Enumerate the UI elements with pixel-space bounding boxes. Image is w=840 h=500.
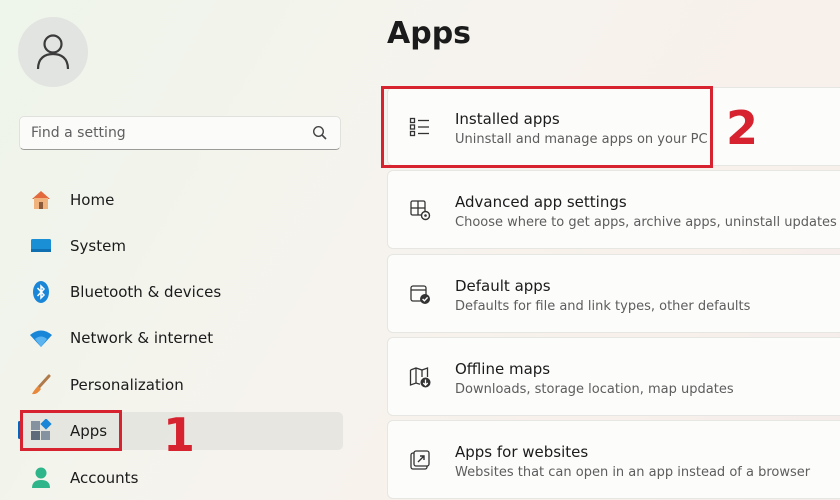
offline-maps-card[interactable]: Offline maps Downloads, storage location… — [387, 337, 840, 416]
sidebar-item-label: System — [70, 237, 126, 255]
open-link-icon — [408, 448, 432, 472]
card-title: Apps for websites — [455, 443, 589, 461]
sidebar-item-bluetooth[interactable]: Bluetooth & devices — [20, 273, 343, 311]
advanced-app-settings-card[interactable]: Advanced app settings Choose where to ge… — [387, 170, 840, 249]
search-box[interactable] — [19, 116, 341, 150]
card-title: Advanced app settings — [455, 193, 627, 211]
card-title: Default apps — [455, 277, 551, 295]
card-description: Defaults for file and link types, other … — [455, 299, 751, 314]
app-settings-icon — [408, 198, 432, 222]
sidebar-item-home[interactable]: Home — [20, 181, 343, 219]
sidebar-item-system[interactable]: System — [20, 227, 343, 265]
page-title: Apps — [387, 16, 472, 51]
brush-icon — [29, 373, 53, 397]
apps-for-websites-card[interactable]: Apps for websites Websites that can open… — [387, 420, 840, 499]
accounts-icon — [29, 466, 53, 490]
default-apps-card[interactable]: Default apps Defaults for file and link … — [387, 254, 840, 333]
card-title: Offline maps — [455, 360, 551, 378]
sidebar-item-label: Personalization — [70, 376, 184, 394]
system-icon — [29, 234, 53, 258]
step-2-label: 2 — [726, 101, 759, 155]
sidebar-item-label: Network & internet — [70, 329, 214, 347]
card-description: Downloads, storage location, map updates — [455, 382, 734, 397]
card-description: Choose where to get apps, archive apps, … — [455, 215, 837, 230]
step-1-label: 1 — [163, 408, 196, 462]
sidebar-item-network[interactable]: Network & internet — [20, 319, 343, 357]
bluetooth-icon — [29, 280, 53, 304]
offline-maps-icon — [408, 365, 432, 389]
search-icon[interactable] — [312, 125, 328, 141]
sidebar-item-label: Accounts — [70, 469, 139, 487]
default-apps-icon — [408, 282, 432, 306]
installed-apps-highlight-box — [381, 86, 713, 168]
wifi-icon — [29, 326, 53, 350]
sidebar-item-personalization[interactable]: Personalization — [20, 366, 343, 404]
home-icon — [29, 188, 53, 212]
apps-highlight-box — [20, 410, 122, 451]
person-icon — [36, 34, 70, 70]
sidebar-item-accounts[interactable]: Accounts — [20, 459, 343, 497]
sidebar-item-label: Home — [70, 191, 115, 209]
user-avatar[interactable] — [18, 17, 88, 87]
card-description: Websites that can open in an app instead… — [455, 465, 811, 480]
sidebar-item-label: Bluetooth & devices — [70, 283, 222, 301]
search-input[interactable] — [20, 117, 301, 149]
